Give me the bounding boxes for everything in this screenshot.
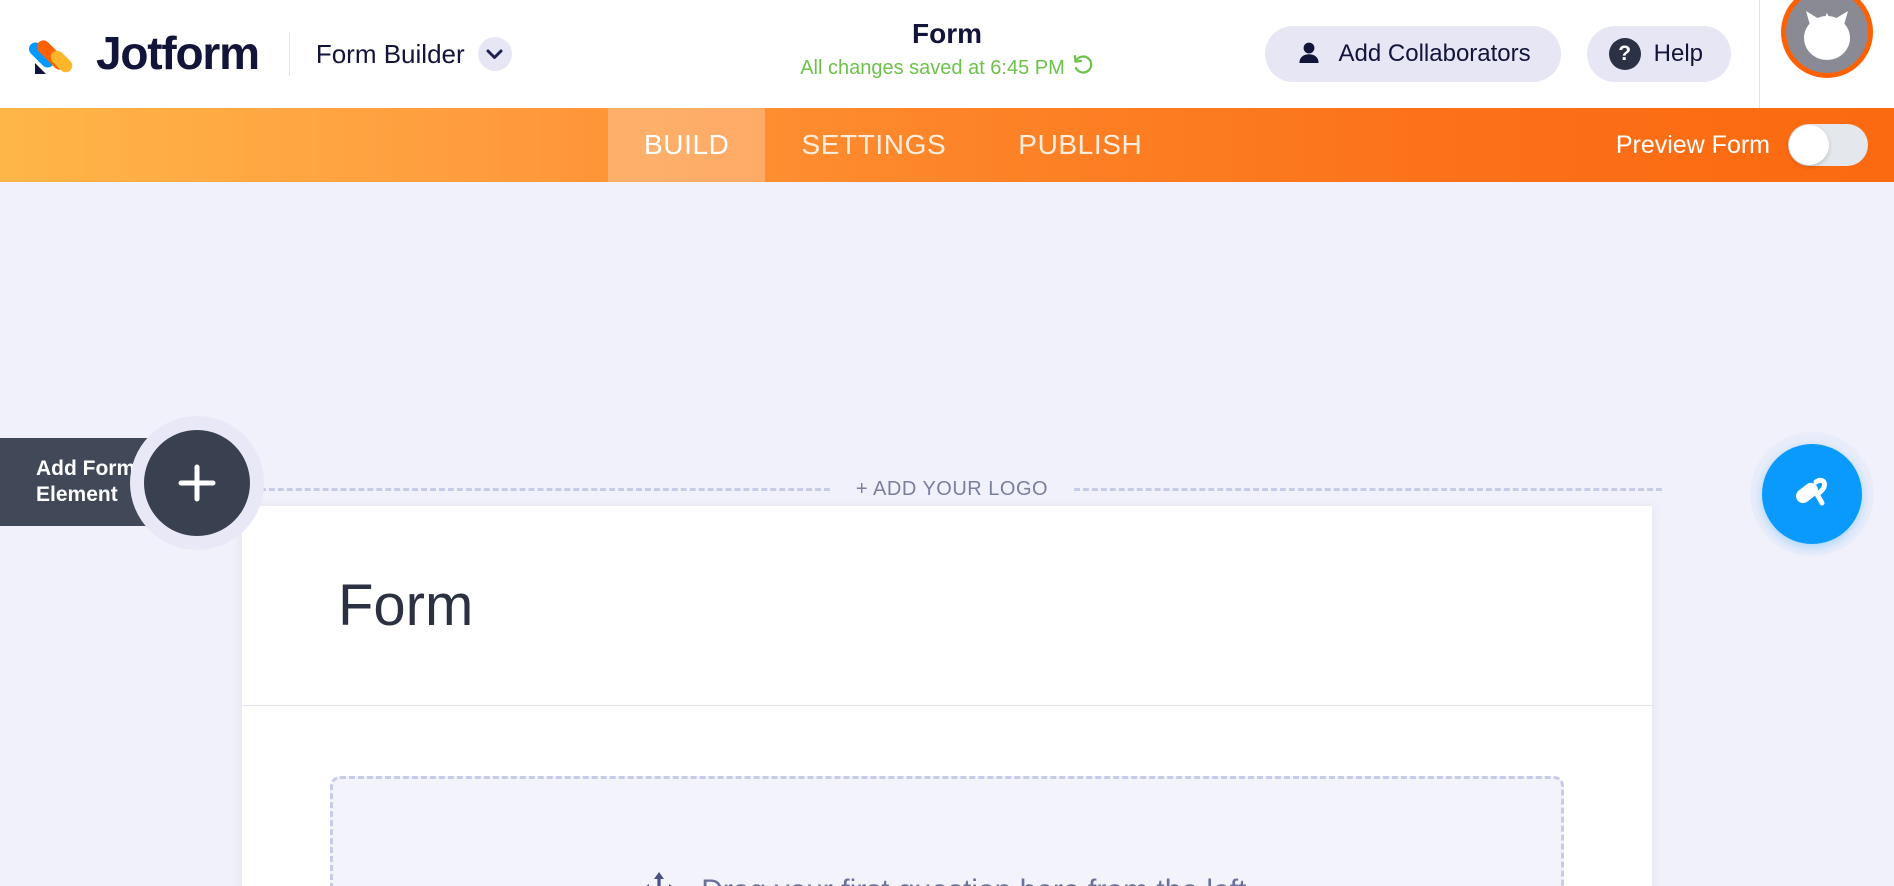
tab-build[interactable]: BUILD [608, 108, 766, 182]
form-designer-button[interactable] [1762, 444, 1862, 544]
paint-roller-icon [1796, 477, 1827, 506]
toggle-knob [1789, 125, 1829, 165]
question-dropzone[interactable]: Drag your first question here from the l… [330, 776, 1564, 886]
brand-logo[interactable]: Jotform [28, 26, 260, 81]
dashed-line-left [242, 488, 830, 491]
brand-name: Jotform [96, 26, 260, 79]
plus-icon [178, 464, 216, 502]
undo-revert-icon[interactable] [1072, 54, 1094, 82]
form-canvas: + ADD YOUR LOGO Form Drag your first que… [0, 182, 1894, 886]
tab-publish[interactable]: PUBLISH [982, 108, 1178, 182]
help-label: Help [1653, 40, 1703, 67]
cat-avatar-icon [1804, 11, 1850, 60]
preview-form-control: Preview Form [1616, 108, 1868, 182]
add-collaborators-button[interactable]: Add Collaborators [1264, 26, 1561, 82]
jotform-logo-icon [28, 27, 82, 81]
form-title-block: Form All changes saved at 6:45 PM [637, 18, 1257, 82]
tab-build-label: BUILD [644, 129, 730, 160]
avatar-zone [1760, 0, 1894, 108]
chevron-down-icon[interactable] [477, 37, 512, 71]
dashed-line-right [1074, 488, 1662, 491]
navbar-spacer [0, 108, 608, 182]
add-collaborators-label: Add Collaborators [1338, 40, 1531, 67]
question-mark-icon: ? [1608, 38, 1641, 70]
header-actions: Add Collaborators ? Help [1264, 0, 1894, 108]
save-status-text: All changes saved at 6:45 PM [800, 56, 1065, 79]
preview-form-toggle[interactable] [1788, 124, 1868, 166]
add-logo-strip: + ADD YOUR LOGO [242, 478, 1662, 501]
tab-publish-label: PUBLISH [1018, 129, 1143, 160]
help-button[interactable]: ? Help [1586, 26, 1731, 82]
add-logo-button[interactable]: + ADD YOUR LOGO [856, 478, 1048, 501]
form-card-title[interactable]: Form [338, 572, 473, 639]
add-form-element-button[interactable] [144, 430, 250, 536]
dropzone-text: Drag your first question here from the l… [701, 874, 1255, 886]
add-form-element-group: Add Form Element [0, 416, 264, 550]
app-header: Jotform Form Builder Form All changes sa… [0, 0, 1894, 108]
save-status: All changes saved at 6:45 PM [637, 54, 1257, 82]
header-divider [288, 32, 290, 76]
preview-form-label: Preview Form [1615, 130, 1770, 159]
tab-settings[interactable]: SETTINGS [765, 108, 982, 182]
product-menu-label: Form Builder [315, 38, 465, 69]
tab-settings-label: SETTINGS [801, 129, 947, 160]
avatar[interactable] [1781, 0, 1873, 78]
move-arrows-icon [639, 869, 679, 886]
form-card-header: Form [242, 506, 1652, 706]
form-card-body: Drag your first question here from the l… [242, 706, 1652, 886]
person-icon [1295, 39, 1323, 70]
form-title[interactable]: Form [637, 18, 1257, 50]
product-menu[interactable]: Form Builder [316, 37, 512, 71]
form-card: Form Drag your first question here from … [242, 506, 1652, 886]
main-navbar: BUILD SETTINGS PUBLISH Preview Form [0, 108, 1894, 182]
